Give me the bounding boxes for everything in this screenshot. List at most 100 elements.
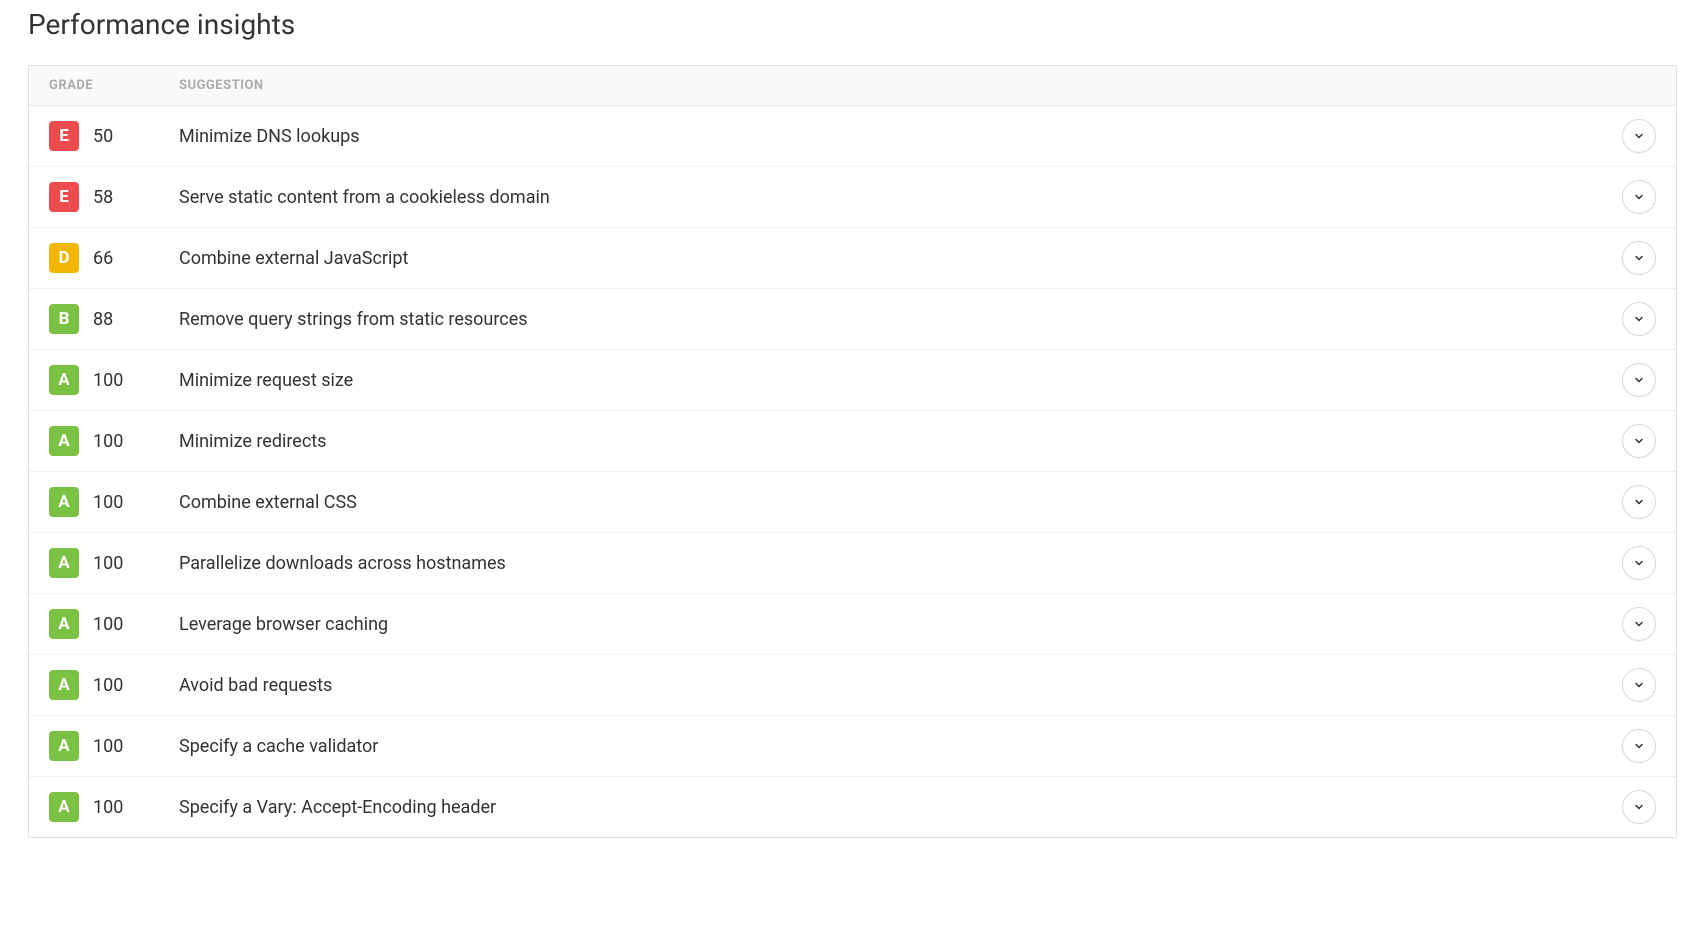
- suggestion-text: Remove query strings from static resourc…: [179, 309, 1616, 330]
- chevron-down-icon: [1633, 130, 1645, 142]
- table-row[interactable]: A 100 Minimize request size: [29, 350, 1676, 411]
- grade-badge: A: [49, 670, 79, 700]
- expand-cell: [1616, 180, 1656, 214]
- chevron-down-icon: [1633, 435, 1645, 447]
- grade-cell: A 100: [49, 670, 179, 700]
- grade-badge: E: [49, 182, 79, 212]
- grade-score: 100: [93, 675, 123, 696]
- expand-cell: [1616, 119, 1656, 153]
- expand-cell: [1616, 241, 1656, 275]
- grade-cell: A 100: [49, 731, 179, 761]
- suggestion-text: Minimize DNS lookups: [179, 126, 1616, 147]
- chevron-down-icon: [1633, 252, 1645, 264]
- table-row[interactable]: A 100 Leverage browser caching: [29, 594, 1676, 655]
- grade-cell: A 100: [49, 609, 179, 639]
- expand-button[interactable]: [1622, 546, 1656, 580]
- suggestion-text: Leverage browser caching: [179, 614, 1616, 635]
- expand-button[interactable]: [1622, 119, 1656, 153]
- grade-score: 100: [93, 431, 123, 452]
- suggestion-text: Minimize redirects: [179, 431, 1616, 452]
- expand-button[interactable]: [1622, 668, 1656, 702]
- suggestion-text: Avoid bad requests: [179, 675, 1616, 696]
- expand-button[interactable]: [1622, 729, 1656, 763]
- grade-badge: D: [49, 243, 79, 273]
- suggestion-text: Serve static content from a cookieless d…: [179, 187, 1616, 208]
- chevron-down-icon: [1633, 496, 1645, 508]
- grade-score: 100: [93, 736, 123, 757]
- expand-button[interactable]: [1622, 424, 1656, 458]
- grade-cell: A 100: [49, 487, 179, 517]
- grade-score: 100: [93, 797, 123, 818]
- grade-badge: A: [49, 609, 79, 639]
- expand-button[interactable]: [1622, 180, 1656, 214]
- grade-cell: D 66: [49, 243, 179, 273]
- chevron-down-icon: [1633, 801, 1645, 813]
- grade-cell: E 58: [49, 182, 179, 212]
- chevron-down-icon: [1633, 740, 1645, 752]
- grade-badge: E: [49, 121, 79, 151]
- suggestion-text: Specify a cache validator: [179, 736, 1616, 757]
- chevron-down-icon: [1633, 313, 1645, 325]
- grade-cell: A 100: [49, 792, 179, 822]
- chevron-down-icon: [1633, 191, 1645, 203]
- grade-badge: B: [49, 304, 79, 334]
- expand-cell: [1616, 424, 1656, 458]
- expand-cell: [1616, 668, 1656, 702]
- suggestion-text: Minimize request size: [179, 370, 1616, 391]
- grade-score: 50: [93, 126, 113, 147]
- table-row[interactable]: A100Specify a Vary: Accept-Encoding head…: [29, 777, 1676, 837]
- table-row[interactable]: A 100 Minimize redirects: [29, 411, 1676, 472]
- expand-button[interactable]: [1622, 607, 1656, 641]
- table-header: GRADE SUGGESTION: [29, 66, 1676, 106]
- suggestion-text: Combine external JavaScript: [179, 248, 1616, 269]
- grade-cell: A 100: [49, 426, 179, 456]
- expand-button[interactable]: [1622, 485, 1656, 519]
- header-suggestion: SUGGESTION: [179, 78, 1656, 93]
- header-grade: GRADE: [49, 78, 179, 93]
- expand-cell: [1616, 363, 1656, 397]
- grade-score: 88: [93, 309, 113, 330]
- chevron-down-icon: [1633, 618, 1645, 630]
- grade-score: 100: [93, 370, 123, 391]
- expand-button[interactable]: [1622, 790, 1656, 824]
- grade-score: 100: [93, 614, 123, 635]
- expand-button[interactable]: [1622, 302, 1656, 336]
- expand-button[interactable]: [1622, 363, 1656, 397]
- grade-score: 100: [93, 553, 123, 574]
- chevron-down-icon: [1633, 374, 1645, 386]
- insights-table: GRADE SUGGESTION E 50 Minimize DNS lookups…: [28, 65, 1677, 838]
- table-row[interactable]: E 58 Serve static content from a cookieles…: [29, 167, 1676, 228]
- grade-cell: B 88: [49, 304, 179, 334]
- grade-badge: A: [49, 731, 79, 761]
- table-row[interactable]: E 50 Minimize DNS lookups: [29, 106, 1676, 167]
- grade-badge: A: [49, 548, 79, 578]
- expand-cell: [1616, 302, 1656, 336]
- grade-score: 58: [93, 187, 113, 208]
- grade-badge: A: [49, 792, 79, 822]
- suggestion-text: Combine external CSS: [179, 492, 1616, 513]
- page-title: Performance insights: [28, 8, 1677, 41]
- grade-badge: A: [49, 426, 79, 456]
- suggestion-text: Parallelize downloads across hostnames: [179, 553, 1616, 574]
- expand-cell: [1616, 790, 1656, 824]
- expand-cell: [1616, 607, 1656, 641]
- expand-cell: [1616, 729, 1656, 763]
- chevron-down-icon: [1633, 557, 1645, 569]
- table-row[interactable]: B 88 Remove query strings from static reso…: [29, 289, 1676, 350]
- grade-cell: A 100: [49, 365, 179, 395]
- table-row[interactable]: A 100 Avoid bad requests: [29, 655, 1676, 716]
- expand-button[interactable]: [1622, 241, 1656, 275]
- grade-score: 100: [93, 492, 123, 513]
- grade-badge: A: [49, 365, 79, 395]
- grade-badge: A: [49, 487, 79, 517]
- expand-cell: [1616, 485, 1656, 519]
- table-row[interactable]: A 100 Parallelize downloads across hostnam…: [29, 533, 1676, 594]
- expand-cell: [1616, 546, 1656, 580]
- grade-cell: A 100: [49, 548, 179, 578]
- grade-cell: E 50: [49, 121, 179, 151]
- chevron-down-icon: [1633, 679, 1645, 691]
- table-row[interactable]: D 66 Combine external JavaScript: [29, 228, 1676, 289]
- table-row[interactable]: A 100 Specify a cache validator: [29, 716, 1676, 777]
- table-row[interactable]: A 100 Combine external CSS: [29, 472, 1676, 533]
- grade-score: 66: [93, 248, 113, 269]
